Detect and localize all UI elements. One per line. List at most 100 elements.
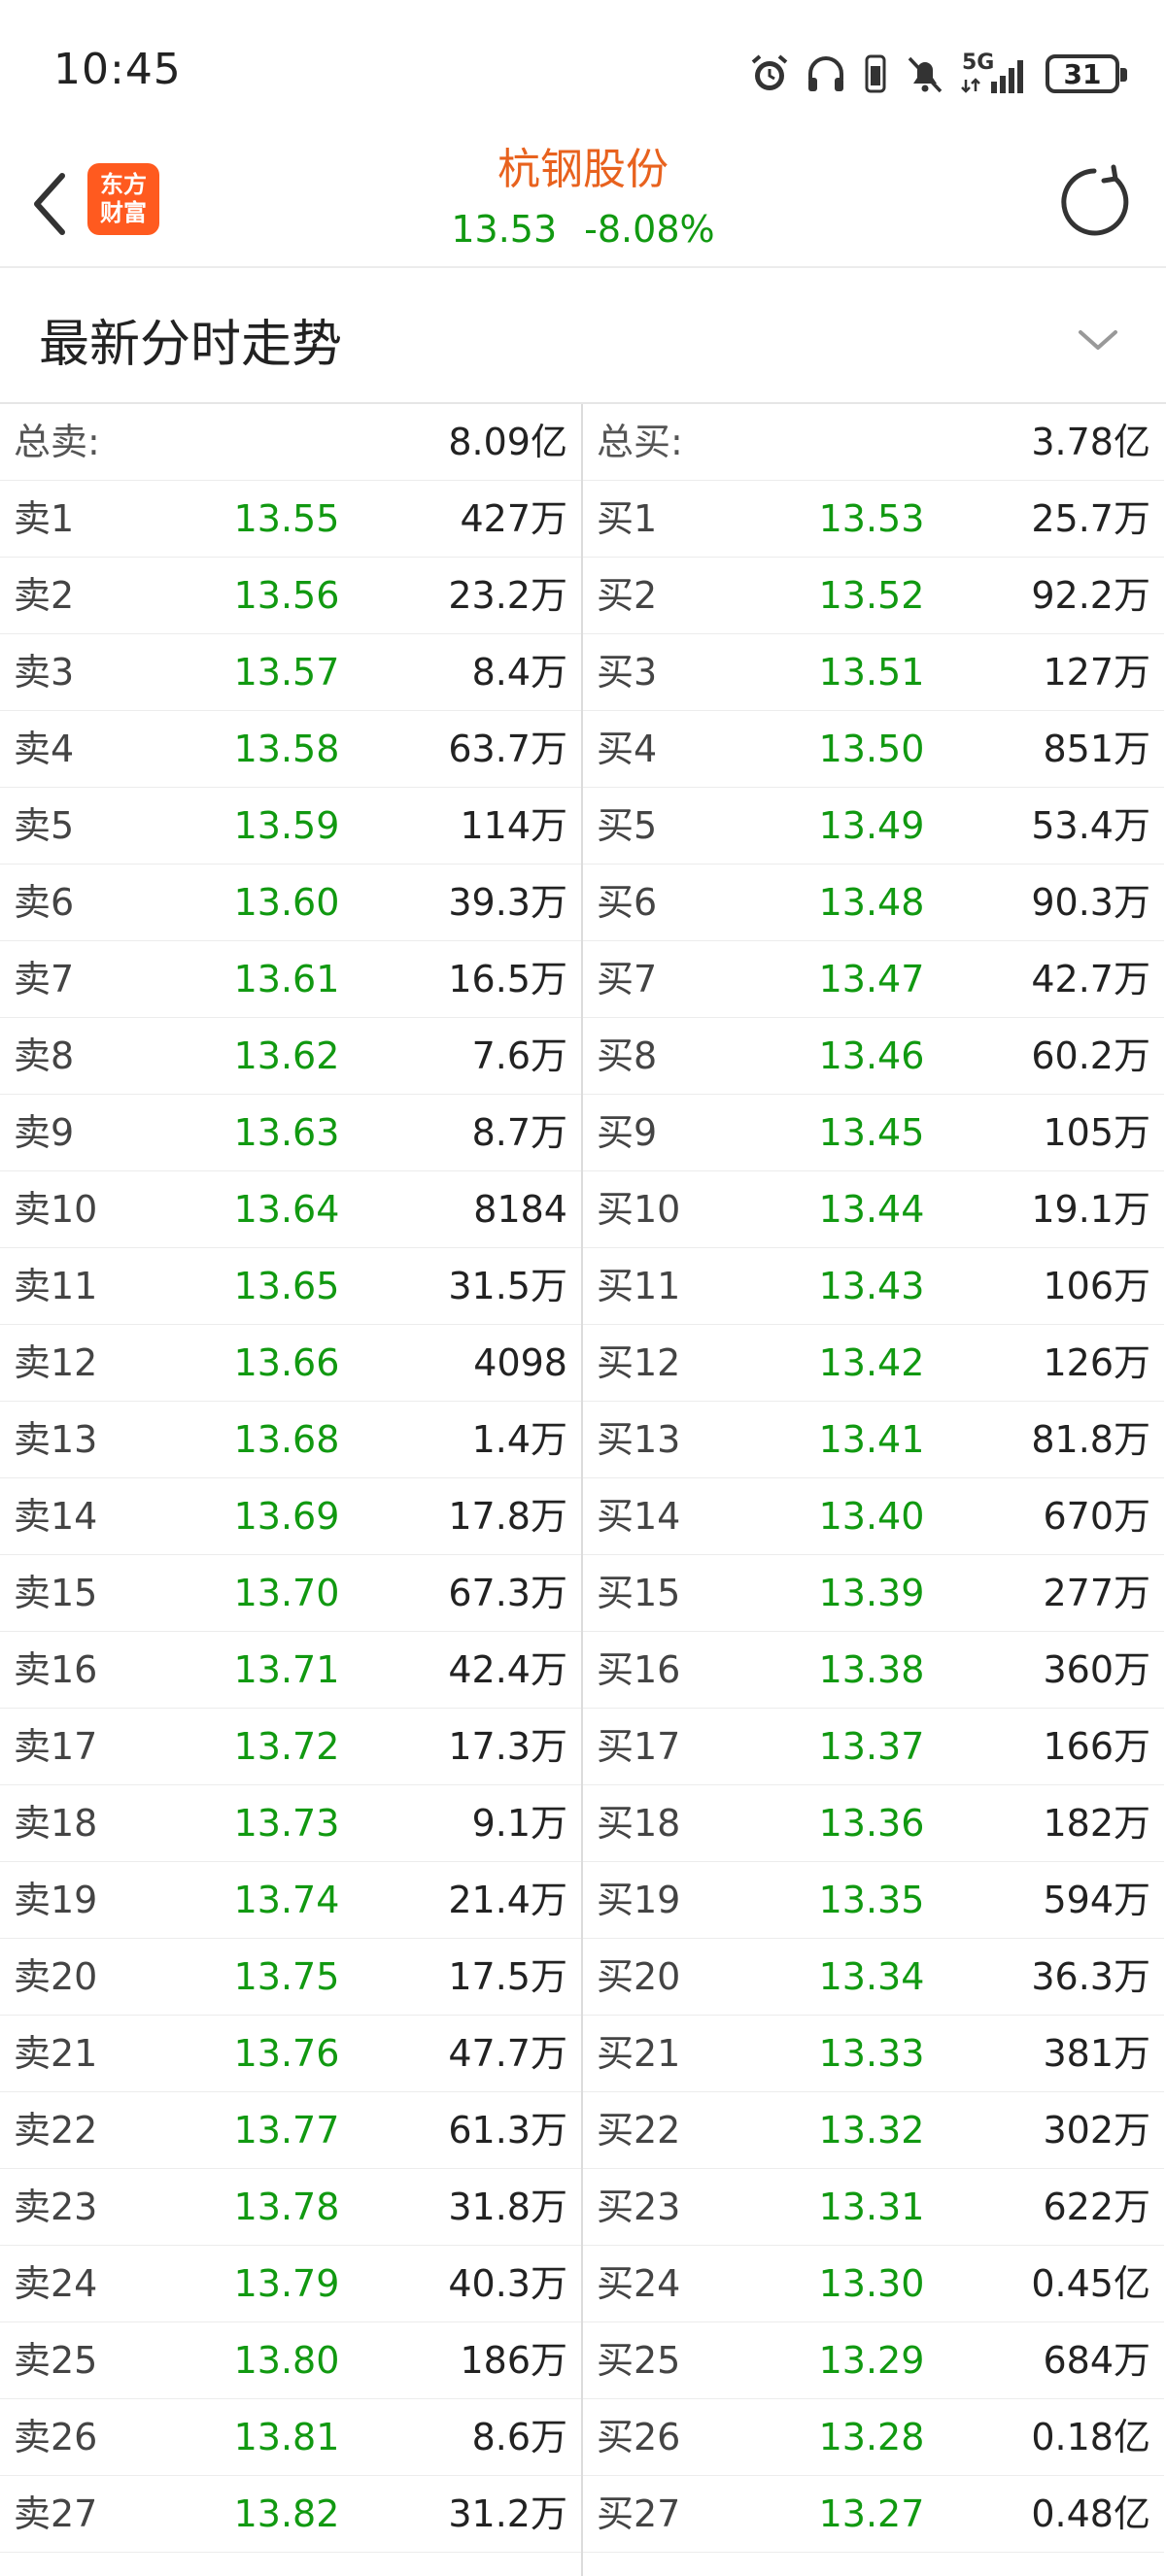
buy-row[interactable]: 买1 13.53 25.7万 xyxy=(583,481,1164,558)
eastmoney-logo[interactable]: 东方 财富 xyxy=(87,163,159,235)
buy-row[interactable]: 买25 13.29 684万 xyxy=(583,2322,1164,2399)
buy-price: 13.31 xyxy=(818,2186,925,2228)
buy-row[interactable]: 买6 13.48 90.3万 xyxy=(583,864,1164,941)
buy-row[interactable]: 买8 13.46 60.2万 xyxy=(583,1018,1164,1095)
buy-price: 13.37 xyxy=(818,1725,925,1768)
sell-row[interactable]: 卖3 13.57 8.4万 xyxy=(0,634,581,711)
buy-price: 13.48 xyxy=(818,881,925,924)
buy-row[interactable]: 买18 13.36 182万 xyxy=(583,1785,1164,1862)
sell-level-label: 卖2 xyxy=(14,574,75,617)
sell-row[interactable]: 卖22 13.77 61.3万 xyxy=(0,2092,581,2169)
buy-row[interactable]: 买20 13.34 36.3万 xyxy=(583,1939,1164,2016)
buy-volume: 90.3万 xyxy=(1031,881,1150,924)
sell-row[interactable]: 卖27 13.82 31.2万 xyxy=(0,2476,581,2553)
sell-row[interactable]: 卖9 13.63 8.7万 xyxy=(0,1095,581,1171)
buy-row[interactable]: 买7 13.47 42.7万 xyxy=(583,941,1164,1018)
buy-row[interactable]: 买3 13.51 127万 xyxy=(583,634,1164,711)
sell-row[interactable]: 卖26 13.81 8.6万 xyxy=(0,2399,581,2476)
buy-row[interactable]: 买5 13.49 53.4万 xyxy=(583,788,1164,864)
sell-volume: 8.7万 xyxy=(471,1111,567,1154)
sell-row[interactable]: 卖13 13.68 1.4万 xyxy=(0,1402,581,1478)
buy-row[interactable]: 买27 13.27 0.48亿 xyxy=(583,2476,1164,2553)
sell-volume: 47.7万 xyxy=(448,2032,567,2075)
buy-row[interactable]: 买17 13.37 166万 xyxy=(583,1709,1164,1785)
buy-row[interactable]: 买21 13.33 381万 xyxy=(583,2016,1164,2092)
buy-row[interactable]: 买16 13.38 360万 xyxy=(583,1632,1164,1709)
order-book[interactable]: 总卖: 8.09亿 卖1 13.55 427万 卖2 13.56 23.2万 卖3 13.57… xyxy=(0,404,1166,2576)
sell-row[interactable]: 卖12 13.66 4098 xyxy=(0,1325,581,1402)
buy-volume: 594万 xyxy=(1043,1879,1150,1921)
buy-level-label: 买11 xyxy=(597,1265,681,1307)
sell-price: 13.77 xyxy=(233,2109,340,2152)
sell-level-label: 卖5 xyxy=(14,804,75,847)
sell-row[interactable]: 卖6 13.60 39.3万 xyxy=(0,864,581,941)
sell-row[interactable]: 卖15 13.70 67.3万 xyxy=(0,1555,581,1632)
section-header[interactable]: 最新分时走势 xyxy=(0,268,1166,404)
buy-row[interactable]: 买14 13.40 670万 xyxy=(583,1478,1164,1555)
section-title: 最新分时走势 xyxy=(39,316,343,374)
refresh-button[interactable] xyxy=(1053,161,1135,243)
buy-price: 13.42 xyxy=(818,1341,925,1384)
sell-row[interactable]: 卖16 13.71 42.4万 xyxy=(0,1632,581,1709)
buy-row[interactable]: 买11 13.43 106万 xyxy=(583,1248,1164,1325)
buy-row[interactable]: 买12 13.42 126万 xyxy=(583,1325,1164,1402)
buy-row[interactable]: 买2 13.52 92.2万 xyxy=(583,558,1164,634)
buy-level-label: 买13 xyxy=(597,1418,681,1461)
sell-row[interactable]: 卖19 13.74 21.4万 xyxy=(0,1862,581,1939)
buy-level-label: 买15 xyxy=(597,1572,681,1614)
sell-level-label: 卖19 xyxy=(14,1879,98,1921)
sell-price: 13.70 xyxy=(233,1572,340,1614)
buy-row[interactable]: 买10 13.44 19.1万 xyxy=(583,1171,1164,1248)
buy-price: 13.38 xyxy=(818,1648,925,1691)
sell-row[interactable]: 卖25 13.80 186万 xyxy=(0,2322,581,2399)
buy-volume: 302万 xyxy=(1043,2109,1150,2152)
buy-price: 13.49 xyxy=(818,804,925,847)
sell-price: 13.76 xyxy=(233,2032,340,2075)
back-button[interactable] xyxy=(19,165,78,243)
sell-row[interactable]: 卖14 13.69 17.8万 xyxy=(0,1478,581,1555)
sell-row[interactable]: 卖1 13.55 427万 xyxy=(0,481,581,558)
buy-total-label: 总买: xyxy=(597,421,683,463)
sell-price: 13.73 xyxy=(233,1802,340,1845)
buy-row[interactable]: 买19 13.35 594万 xyxy=(583,1862,1164,1939)
chevron-down-icon[interactable] xyxy=(1069,311,1127,369)
sell-level-label: 卖1 xyxy=(14,497,75,540)
buy-volume: 42.7万 xyxy=(1031,958,1150,1000)
buy-row[interactable]: 买24 13.30 0.45亿 xyxy=(583,2246,1164,2322)
buy-row[interactable]: 买15 13.39 277万 xyxy=(583,1555,1164,1632)
battery-level: 31 xyxy=(1046,54,1127,93)
sell-volume: 8184 xyxy=(473,1188,567,1231)
logo-line2: 财富 xyxy=(100,199,147,226)
sell-row[interactable]: 卖4 13.58 63.7万 xyxy=(0,711,581,788)
sell-row[interactable]: 卖2 13.56 23.2万 xyxy=(0,558,581,634)
sell-row[interactable]: 卖20 13.75 17.5万 xyxy=(0,1939,581,2016)
sell-row[interactable]: 卖8 13.62 7.6万 xyxy=(0,1018,581,1095)
stock-quote: 13.53 -8.08% xyxy=(292,200,874,258)
sell-row[interactable]: 卖7 13.61 16.5万 xyxy=(0,941,581,1018)
buy-price: 13.47 xyxy=(818,958,925,1000)
sell-price: 13.64 xyxy=(233,1188,340,1231)
sell-row[interactable]: 卖11 13.65 31.5万 xyxy=(0,1248,581,1325)
buy-price: 13.32 xyxy=(818,2109,925,2152)
buy-row[interactable]: 买9 13.45 105万 xyxy=(583,1095,1164,1171)
sell-price: 13.62 xyxy=(233,1034,340,1077)
sell-level-label: 卖25 xyxy=(14,2339,98,2382)
buy-row[interactable]: 买23 13.31 622万 xyxy=(583,2169,1164,2246)
buy-row[interactable]: 买13 13.41 81.8万 xyxy=(583,1402,1164,1478)
sell-row[interactable]: 卖10 13.64 8184 xyxy=(0,1171,581,1248)
buy-price: 13.40 xyxy=(818,1495,925,1538)
sell-row[interactable]: 卖21 13.76 47.7万 xyxy=(0,2016,581,2092)
sell-row[interactable]: 卖24 13.79 40.3万 xyxy=(0,2246,581,2322)
sell-total-value: 8.09亿 xyxy=(448,421,567,463)
buy-row[interactable]: 买26 13.28 0.18亿 xyxy=(583,2399,1164,2476)
buy-level-label: 买27 xyxy=(597,2492,681,2535)
sell-price: 13.78 xyxy=(233,2186,340,2228)
buy-row[interactable]: 买4 13.50 851万 xyxy=(583,711,1164,788)
sell-row[interactable]: 卖18 13.73 9.1万 xyxy=(0,1785,581,1862)
sell-level-label: 卖20 xyxy=(14,1955,98,1998)
back-arrow-icon xyxy=(34,173,65,235)
sell-row[interactable]: 卖23 13.78 31.8万 xyxy=(0,2169,581,2246)
sell-row[interactable]: 卖17 13.72 17.3万 xyxy=(0,1709,581,1785)
sell-row[interactable]: 卖5 13.59 114万 xyxy=(0,788,581,864)
buy-row[interactable]: 买22 13.32 302万 xyxy=(583,2092,1164,2169)
